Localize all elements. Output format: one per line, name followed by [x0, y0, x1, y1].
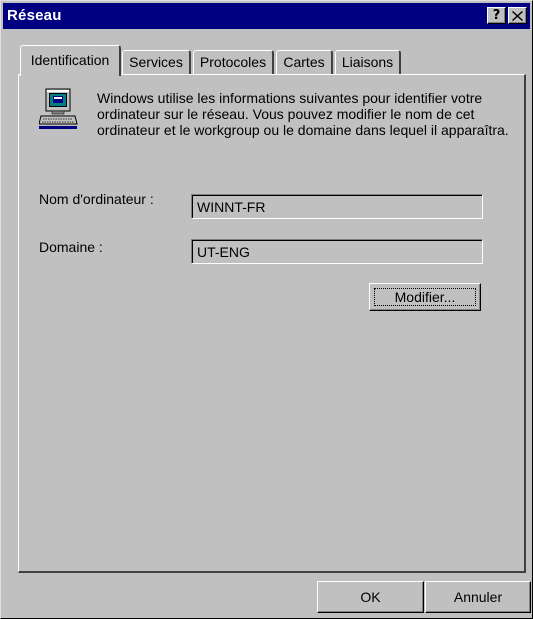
- modify-button[interactable]: Modifier...: [369, 283, 481, 311]
- tab-liaisons[interactable]: Liaisons: [335, 50, 401, 74]
- network-computer-icon: [39, 88, 78, 129]
- title-bar[interactable]: Réseau ?: [3, 3, 530, 29]
- close-button[interactable]: [508, 7, 527, 24]
- tab-cartes[interactable]: Cartes: [276, 50, 333, 74]
- tab-identification[interactable]: Identification: [20, 45, 121, 76]
- tab-protocoles[interactable]: Protocoles: [193, 50, 274, 74]
- cancel-button[interactable]: Annuler: [425, 581, 531, 613]
- ok-button[interactable]: OK: [317, 581, 424, 613]
- identification-panel: [18, 74, 526, 573]
- close-icon: [512, 11, 523, 21]
- domain-field: UT-ENG: [191, 239, 483, 264]
- computer-name-field: WINNT-FR: [191, 194, 483, 219]
- modify-button-label: Modifier...: [374, 288, 476, 306]
- window-title: Réseau: [7, 7, 62, 24]
- identification-description: Windows utilise les informations suivant…: [97, 90, 509, 138]
- network-dialog: Réseau ? Identification Services Protoco…: [0, 0, 533, 619]
- help-button[interactable]: ?: [487, 7, 506, 24]
- tab-services[interactable]: Services: [122, 50, 191, 74]
- computer-name-label: Nom d'ordinateur :: [39, 191, 154, 207]
- domain-label: Domaine :: [39, 239, 103, 255]
